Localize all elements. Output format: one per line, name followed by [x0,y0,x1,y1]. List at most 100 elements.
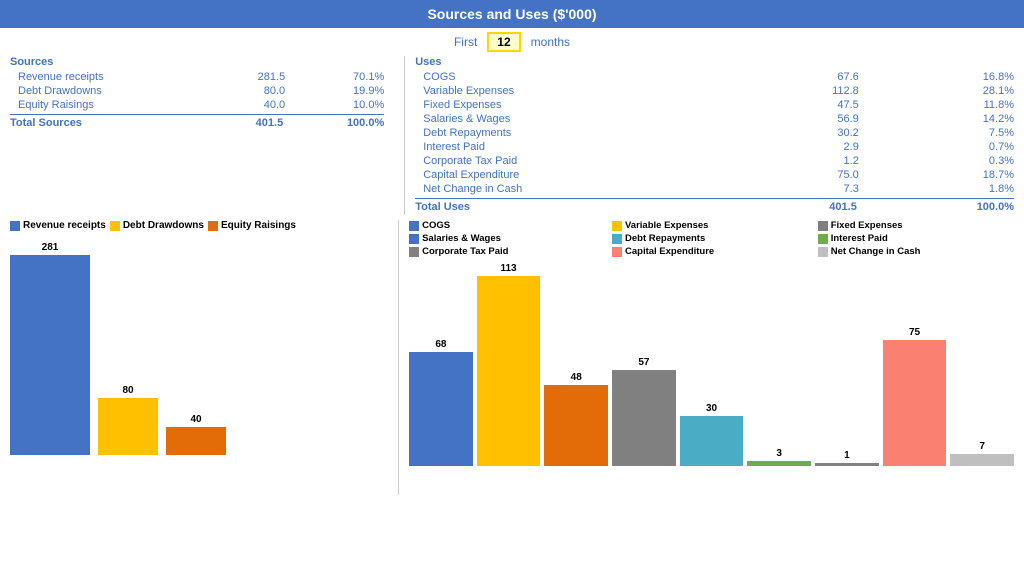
use-value: 1.2 [714,155,869,167]
right-legend-label: Salaries & Wages [422,233,501,244]
right-bar [477,276,541,466]
sources-section: Sources Revenue receipts 281.5 70.1%Debt… [10,56,404,215]
legend-label: Revenue receipts [23,220,106,231]
right-bar-label-top: 3 [776,448,782,459]
right-bar [747,461,811,466]
use-label: COGS [415,71,713,83]
left-bar-chart: 281 80 40 [10,235,388,455]
use-row: Fixed Expenses 47.5 11.8% [415,98,1014,112]
bar [10,255,90,455]
right-legend-swatch [612,247,622,257]
uses-total-row: Total Uses 401.5 100.0% [415,198,1014,215]
use-label: Interest Paid [415,141,713,153]
right-legend-item: Salaries & Wages [409,233,602,244]
use-value: 47.5 [714,99,869,111]
months-prefix: First [454,35,477,49]
source-label: Revenue receipts [10,71,196,83]
use-row: Variable Expenses 112.8 28.1% [415,84,1014,98]
use-pct: 14.2% [869,113,1014,125]
sources-total-pct: 100.0% [293,117,384,129]
bar [166,427,226,455]
use-pct: 18.7% [869,169,1014,181]
source-value: 281.5 [196,71,295,83]
uses-total-label: Total Uses [415,201,709,213]
bar-group: 40 [166,414,226,455]
right-legend: COGS Variable Expenses Fixed Expenses Sa… [409,220,1014,257]
bar-label-top: 80 [122,385,133,396]
use-row: Capital Expenditure 75.0 18.7% [415,168,1014,182]
use-pct: 11.8% [869,99,1014,111]
right-bar-label-top: 75 [909,327,920,338]
right-legend-item: Capital Expenditure [612,246,808,257]
charts-section: Revenue receipts Debt Drawdowns Equity R… [0,215,1024,495]
source-row: Revenue receipts 281.5 70.1% [10,70,384,84]
right-legend-swatch [409,234,419,244]
months-input[interactable]: 12 [487,32,520,52]
right-legend-swatch [409,221,419,231]
right-legend-swatch [818,247,828,257]
use-label: Variable Expenses [415,85,713,97]
right-legend-item: Net Change in Cash [818,246,1014,257]
use-value: 30.2 [714,127,869,139]
bar-label-top: 40 [190,414,201,425]
legend-item: Debt Drawdowns [110,220,204,231]
use-row: Net Change in Cash 7.3 1.8% [415,182,1014,196]
use-row: Debt Repayments 30.2 7.5% [415,126,1014,140]
uses-title: Uses [415,56,1014,68]
right-bar-group: 7 [950,441,1014,466]
right-legend-item: Fixed Expenses [818,220,1014,231]
uses-total-value: 401.5 [710,201,867,213]
right-legend-label: Debt Repayments [625,233,705,244]
bar-label-top: 281 [42,242,59,253]
use-label: Net Change in Cash [415,183,713,195]
data-section: Sources Revenue receipts 281.5 70.1%Debt… [0,56,1024,215]
right-legend-label: Capital Expenditure [625,246,714,257]
right-bar [612,370,676,466]
legend-swatch [10,221,20,231]
source-label: Debt Drawdowns [10,85,196,97]
source-row: Debt Drawdowns 80.0 19.9% [10,84,384,98]
right-bar-group: 57 [612,357,676,466]
right-legend-label: Net Change in Cash [831,246,921,257]
sources-title: Sources [10,56,384,68]
right-legend-item: COGS [409,220,602,231]
use-pct: 7.5% [869,127,1014,139]
right-bar-chart: 68 113 48 57 30 3 1 75 7 [409,261,1014,466]
right-bar [815,463,879,466]
use-value: 2.9 [714,141,869,153]
right-bar-group: 1 [815,450,879,466]
source-value: 80.0 [196,85,295,97]
right-legend-label: Interest Paid [831,233,888,244]
right-legend-label: Variable Expenses [625,220,708,231]
use-pct: 16.8% [869,71,1014,83]
source-pct: 10.0% [295,99,384,111]
right-legend-item: Variable Expenses [612,220,808,231]
right-legend-swatch [818,234,828,244]
source-pct: 70.1% [295,71,384,83]
legend-label: Equity Raisings [221,220,296,231]
use-value: 75.0 [714,169,869,181]
use-label: Salaries & Wages [415,113,713,125]
right-legend-item: Interest Paid [818,233,1014,244]
right-legend-swatch [612,221,622,231]
right-bar-group: 68 [409,339,473,466]
use-row: Corporate Tax Paid 1.2 0.3% [415,154,1014,168]
right-bar-group: 75 [883,327,947,466]
sources-rows: Revenue receipts 281.5 70.1%Debt Drawdow… [10,70,384,112]
use-row: COGS 67.6 16.8% [415,70,1014,84]
page-title: Sources and Uses ($'000) [427,6,596,22]
months-row: First 12 months [0,28,1024,56]
sources-total-label: Total Sources [10,117,192,129]
left-chart: Revenue receipts Debt Drawdowns Equity R… [10,220,398,495]
right-bar-label-top: 57 [638,357,649,368]
right-legend-swatch [409,247,419,257]
use-row: Interest Paid 2.9 0.7% [415,140,1014,154]
left-legend: Revenue receipts Debt Drawdowns Equity R… [10,220,388,231]
source-value: 40.0 [196,99,295,111]
use-row: Salaries & Wages 56.9 14.2% [415,112,1014,126]
use-label: Debt Repayments [415,127,713,139]
bar-group: 281 [10,242,90,455]
right-chart: COGS Variable Expenses Fixed Expenses Sa… [398,220,1014,495]
uses-rows: COGS 67.6 16.8%Variable Expenses 112.8 2… [415,70,1014,196]
use-pct: 0.3% [869,155,1014,167]
